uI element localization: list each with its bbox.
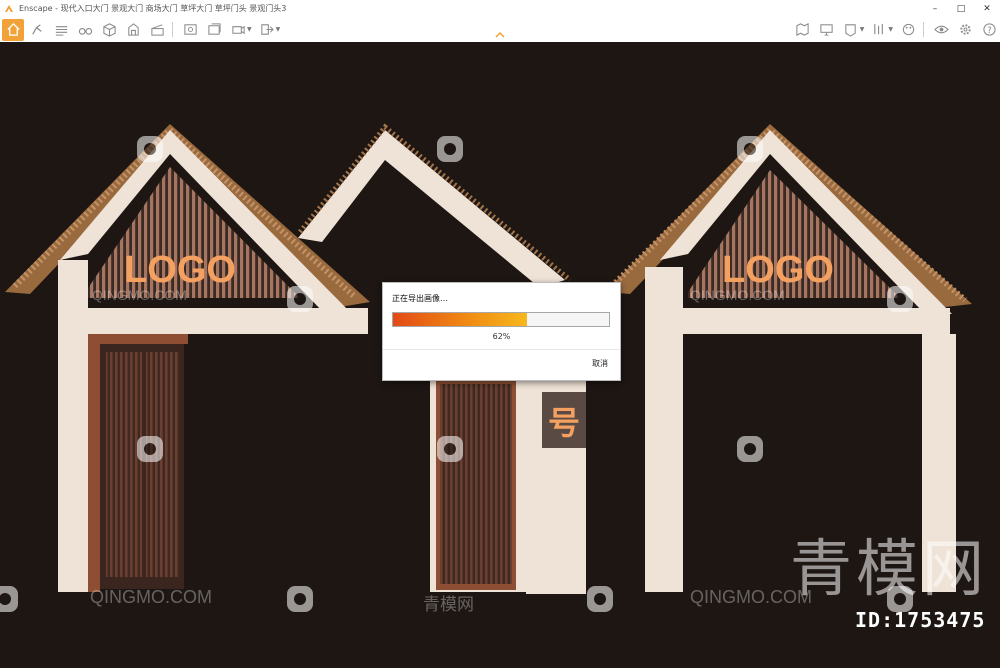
settings-button[interactable]: [954, 19, 976, 41]
watermark-cn: 青模网: [423, 595, 474, 614]
binoculars-vr-icon: [874, 23, 883, 35]
title-bar: Enscape - 现代入口大门 景观大门 商场大门 草坪大门 草坪门头 景观门…: [0, 0, 1000, 17]
clapboard-button[interactable]: [146, 19, 168, 41]
video-path-icon: [231, 25, 245, 35]
watermark-logo-icon: [287, 586, 313, 612]
cube-icon: [102, 23, 116, 37]
home-icon: [6, 22, 20, 36]
export-dropdown-chevron-icon[interactable]: ▼: [276, 26, 281, 33]
bim-button[interactable]: [50, 19, 72, 41]
toolbar-separator-right: [923, 22, 924, 37]
binoculars-vr-button[interactable]: [868, 19, 890, 41]
binoculars-icon: [78, 28, 92, 35]
screenshot-icon: [183, 24, 197, 35]
monitor-icon: [820, 24, 833, 36]
export-progress-dialog: 正在导出画像… 62% 取消: [382, 282, 621, 381]
sign-text: 号: [548, 404, 580, 442]
palette-button[interactable]: [897, 19, 919, 41]
right-logo-text: LOGO: [722, 249, 834, 291]
left-logo-text: LOGO: [124, 249, 236, 291]
watermark-logo-icon: [437, 136, 463, 162]
enscape-logo-icon: [5, 4, 13, 12]
watermark-big: 青模网: [790, 532, 989, 605]
screenshot-button[interactable]: [179, 19, 201, 41]
binoculars-dropdown-chevron-icon[interactable]: ▼: [888, 26, 893, 33]
cube-button[interactable]: [98, 19, 120, 41]
monitor-button[interactable]: [816, 19, 838, 41]
settings-gear-icon: [959, 24, 971, 35]
vr-headset-icon: [845, 24, 856, 37]
dialog-divider: [383, 349, 620, 350]
vr-dropdown-chevron-icon[interactable]: ▼: [860, 26, 865, 33]
watermark-logo-icon: [437, 436, 463, 462]
left-gate-frame: [58, 260, 368, 592]
watermark-logo-icon: [137, 436, 163, 462]
asset-library-icon: [127, 23, 139, 36]
progress-fill: [393, 313, 527, 326]
watermark-en-top: QINGMO.COM: [92, 287, 187, 303]
eye-icon: [933, 25, 949, 34]
watermark-en-top-right: QINGMO.COM: [690, 287, 785, 303]
clapboard-icon: [150, 24, 164, 36]
close-button[interactable]: ✕: [974, 0, 1000, 17]
map-button[interactable]: [792, 19, 814, 41]
watermark-en: QINGMO.COM: [90, 587, 212, 607]
video-dropdown-chevron-icon[interactable]: ▼: [247, 26, 252, 33]
batch-render-button[interactable]: [203, 19, 225, 41]
progress-bar: [392, 312, 610, 327]
maximize-button[interactable]: □: [948, 0, 974, 17]
watermark-id: ID:1753475: [855, 608, 986, 632]
map-icon: [796, 23, 809, 36]
export-button[interactable]: [256, 19, 278, 41]
watermark-logo-icon: [737, 436, 763, 462]
dialog-heading: 正在导出画像…: [392, 294, 448, 303]
asset-library-button[interactable]: [122, 19, 144, 41]
collapse-chevron-icon[interactable]: [493, 30, 507, 40]
watermark-logo-icon: [887, 286, 913, 312]
progress-percent: 62%: [492, 332, 511, 341]
help-button[interactable]: ?: [978, 19, 1000, 41]
help-icon: ?: [982, 23, 996, 36]
video-path-button[interactable]: [227, 19, 249, 41]
window-title: Enscape - 现代入口大门 景观大门 商场大门 草坪大门 草坪门头 景观门…: [19, 4, 287, 13]
svg-text:?: ?: [987, 25, 991, 35]
binoculars-button[interactable]: [74, 19, 96, 41]
walk-mode-icon: [31, 24, 42, 35]
watermark-logo-icon: [137, 136, 163, 162]
cancel-button[interactable]: 取消: [592, 358, 608, 369]
bim-icon: [55, 26, 67, 36]
toolbar-separator: [172, 22, 173, 37]
vr-headset-button[interactable]: [840, 19, 862, 41]
watermark-logo-icon: [287, 286, 313, 312]
eye-button[interactable]: [930, 19, 952, 41]
walk-mode-button[interactable]: [26, 19, 48, 41]
palette-icon: [902, 23, 914, 36]
export-icon: [261, 24, 274, 35]
watermark-logo-icon: [0, 586, 18, 612]
watermark-logo-icon: [587, 586, 613, 612]
batch-render-icon: [207, 23, 221, 35]
home-button[interactable]: [2, 18, 24, 41]
minimize-button[interactable]: –: [922, 0, 948, 17]
watermark-logo-icon: [737, 136, 763, 162]
